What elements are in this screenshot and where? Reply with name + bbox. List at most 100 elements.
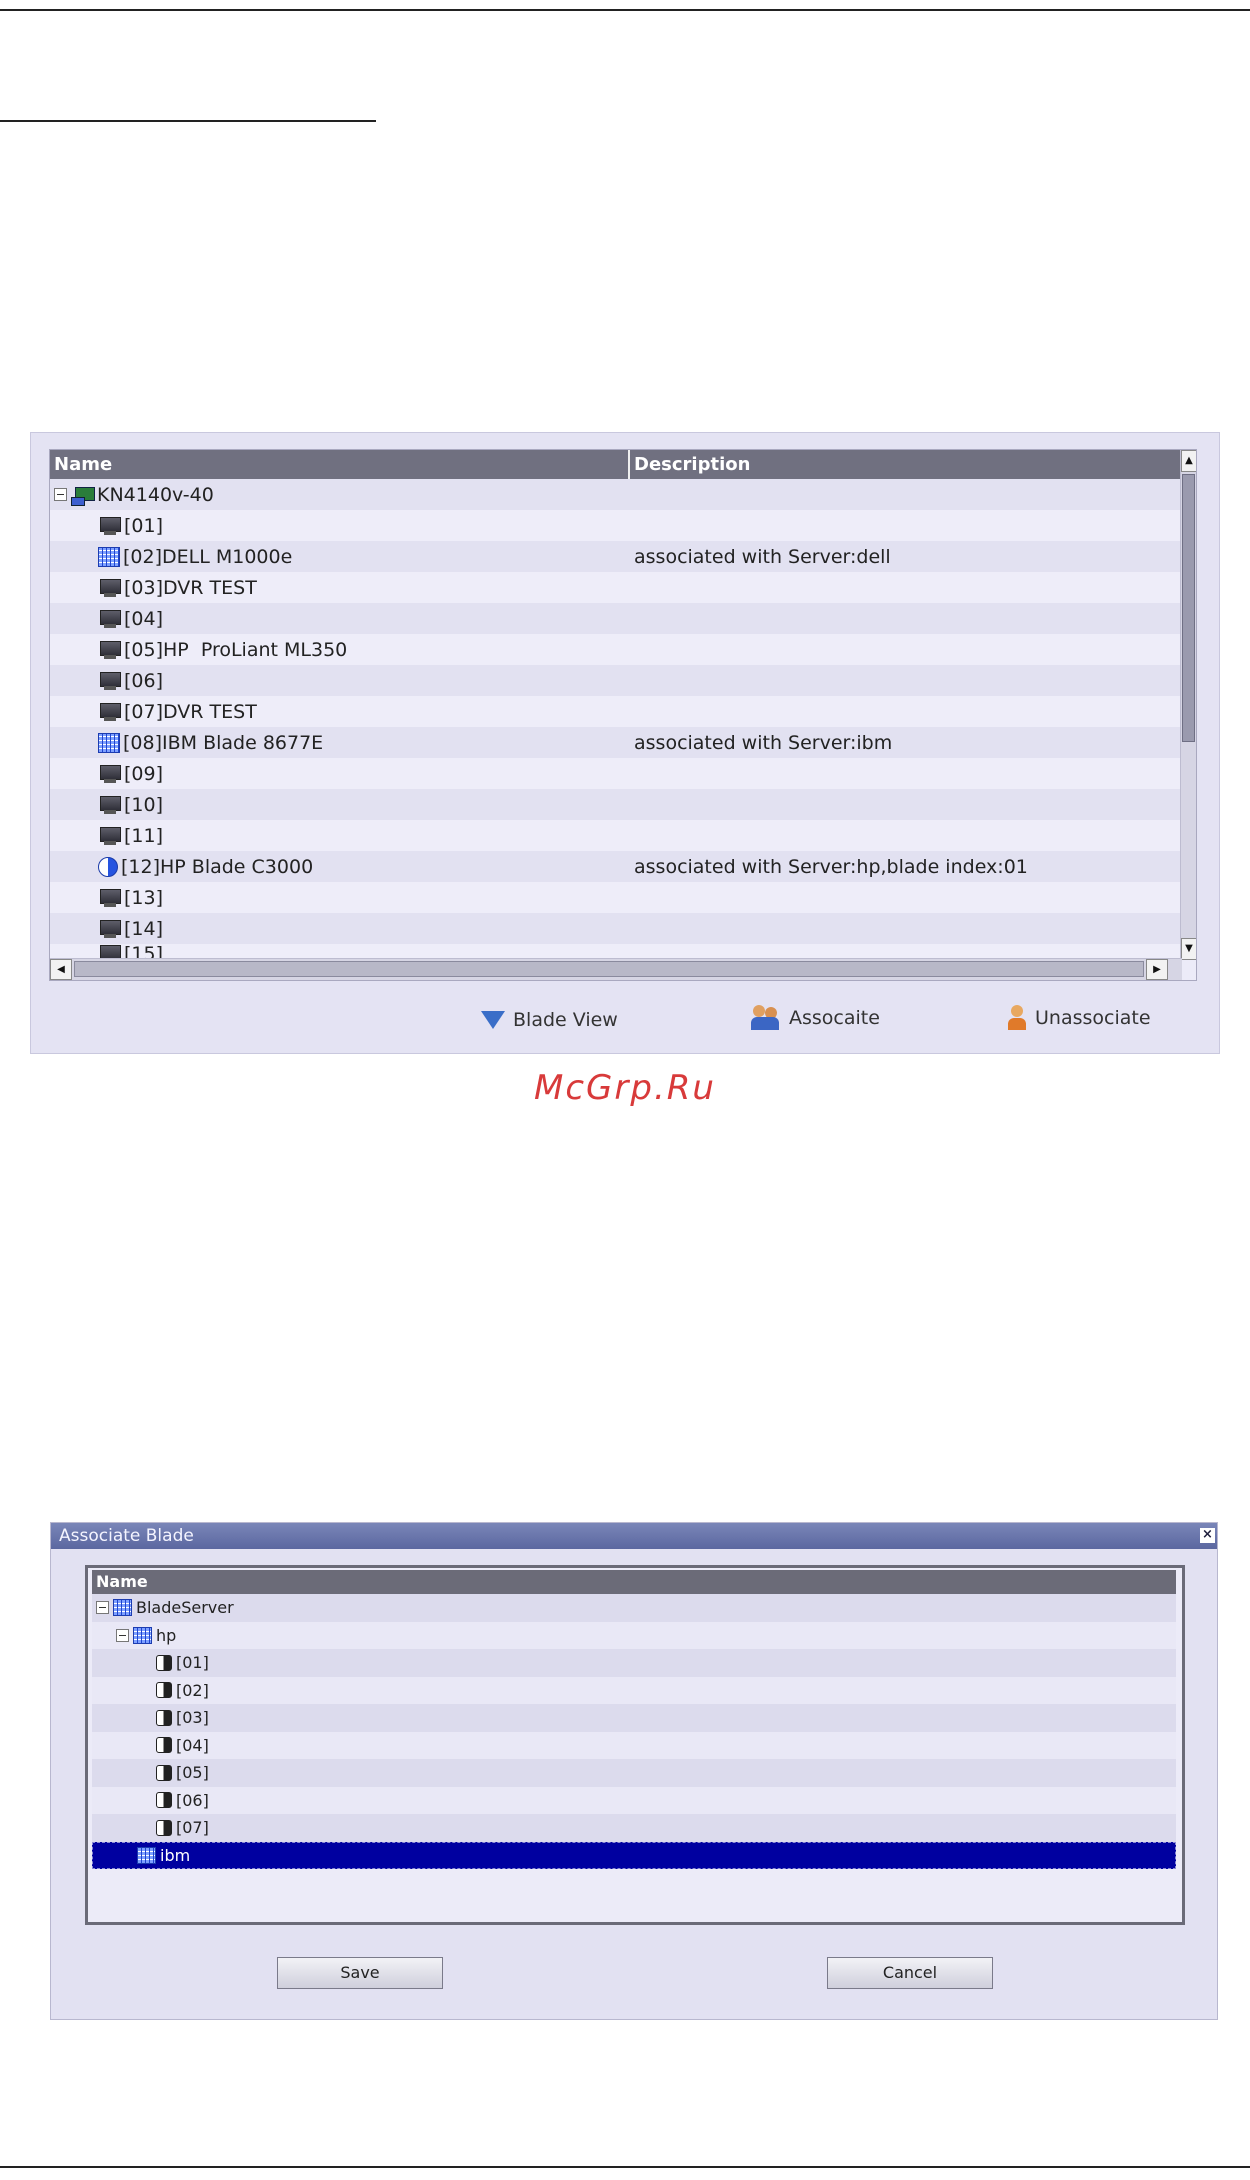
- watermark-text: McGrp.Ru: [534, 1068, 716, 1108]
- port-description: associated with Server:ibm: [634, 731, 893, 754]
- table-row[interactable]: [03]DVR TEST: [50, 572, 1182, 603]
- blade-server-label: BladeServer: [136, 1598, 234, 1618]
- column-header-name[interactable]: Name: [50, 450, 630, 479]
- monitor-icon: [98, 671, 122, 691]
- port-toolbar: Blade View Assocaite Unassociate: [31, 995, 1219, 1053]
- blade-slot-icon: [156, 1737, 172, 1754]
- table-row[interactable]: [13]: [50, 882, 1182, 913]
- hp-node-label: hp: [156, 1625, 177, 1645]
- page-top-rule: [0, 9, 1250, 11]
- close-icon[interactable]: ×: [1200, 1528, 1215, 1543]
- blade-slot-icon: [156, 1792, 172, 1809]
- port-name: [08]IBM Blade 8677E: [123, 731, 324, 754]
- monitor-icon: [98, 919, 122, 939]
- port-tree-grid: Name Description KN4140v-40 [01] [02]DELL…: [49, 449, 1197, 981]
- unassociate-label: Unassociate: [1035, 1007, 1151, 1029]
- port-name: [07]DVR TEST: [124, 700, 257, 723]
- port-name: [02]DELL M1000e: [123, 545, 293, 568]
- tree-node-ibm[interactable]: ibm: [92, 1841, 1176, 1869]
- column-header-description[interactable]: Description: [630, 450, 1182, 479]
- table-row[interactable]: [06]: [50, 665, 1182, 696]
- page-bottom-rule: [0, 2166, 1250, 2168]
- blade-slot-icon: [156, 1682, 172, 1699]
- collapse-icon[interactable]: [96, 1601, 109, 1615]
- users-icon: [751, 1005, 781, 1031]
- blade-slot-icon: [156, 1654, 172, 1671]
- port-name: [09]: [124, 762, 164, 785]
- associate-label: Assocaite: [789, 1007, 880, 1029]
- user-icon: [1007, 1005, 1027, 1031]
- scroll-up-arrow-icon[interactable]: ▲: [1181, 450, 1196, 472]
- section-underline: [0, 120, 376, 122]
- unassociate-button[interactable]: Unassociate: [1007, 1005, 1151, 1031]
- monitor-icon: [98, 888, 122, 908]
- port-grid-header: Name Description: [50, 450, 1182, 479]
- blade-slot-label: [02]: [176, 1680, 209, 1700]
- list-item[interactable]: [04]: [92, 1731, 1176, 1759]
- collapse-icon[interactable]: [116, 1628, 129, 1642]
- cancel-button[interactable]: Cancel: [827, 1957, 993, 1989]
- list-item[interactable]: [03]: [92, 1704, 1176, 1732]
- monitor-icon: [98, 764, 122, 784]
- column-header-name[interactable]: Name: [92, 1570, 1176, 1594]
- table-row[interactable]: [01]: [50, 510, 1182, 541]
- list-item[interactable]: [05]: [92, 1759, 1176, 1787]
- scroll-down-arrow-icon[interactable]: ▼: [1181, 938, 1196, 960]
- blade-slot-label: [01]: [176, 1653, 209, 1673]
- tree-root-row[interactable]: KN4140v-40: [50, 479, 1182, 510]
- table-row[interactable]: [07]DVR TEST: [50, 696, 1182, 727]
- tree-root-row[interactable]: BladeServer: [92, 1594, 1176, 1622]
- port-name: [12]HP Blade C3000: [121, 855, 314, 878]
- port-list-panel: Name Description KN4140v-40 [01] [02]DELL…: [30, 432, 1220, 1054]
- list-item[interactable]: [06]: [92, 1786, 1176, 1814]
- table-row[interactable]: [10]: [50, 789, 1182, 820]
- collapse-icon[interactable]: [54, 488, 67, 501]
- port-name: [06]: [124, 669, 164, 692]
- table-row[interactable]: [05]HP ProLiant ML350: [50, 634, 1182, 665]
- scroll-right-arrow-icon[interactable]: ▶: [1146, 959, 1168, 980]
- horizontal-scroll-thumb[interactable]: [74, 961, 1144, 977]
- blade-slot-label: [04]: [176, 1735, 209, 1755]
- dialog-title: Associate Blade: [51, 1523, 1217, 1549]
- table-row[interactable]: [04]: [50, 603, 1182, 634]
- blade-slot-label: [06]: [176, 1790, 209, 1810]
- table-row[interactable]: [12]HP Blade C3000 associated with Server…: [50, 851, 1182, 882]
- table-row[interactable]: [09]: [50, 758, 1182, 789]
- table-row[interactable]: [11]: [50, 820, 1182, 851]
- port-name: [03]DVR TEST: [124, 576, 257, 599]
- root-label: KN4140v-40: [97, 483, 214, 506]
- tree-node-hp[interactable]: hp: [92, 1621, 1176, 1649]
- list-item[interactable]: [02]: [92, 1676, 1176, 1704]
- port-tree-rows: KN4140v-40 [01] [02]DELL M1000e associated…: [50, 479, 1182, 960]
- list-item[interactable]: [07]: [92, 1814, 1176, 1842]
- table-row[interactable]: [14]: [50, 913, 1182, 944]
- associate-blade-dialog: Associate Blade × Name BladeServer hp [0…: [50, 1522, 1218, 2020]
- blade-tree-list: Name BladeServer hp [01] [02] [03] [04] [05]…: [85, 1565, 1185, 1925]
- save-button[interactable]: Save: [277, 1957, 443, 1989]
- monitor-icon: [98, 702, 122, 722]
- port-description: associated with Server:dell: [634, 545, 891, 568]
- blade-slot-label: [03]: [176, 1708, 209, 1728]
- table-row[interactable]: [02]DELL M1000e associated with Server:de…: [50, 541, 1182, 572]
- vertical-scrollbar[interactable]: ▲ ▼: [1180, 450, 1196, 960]
- port-description: associated with Server:hp,blade index:01: [634, 855, 1028, 878]
- table-row[interactable]: [08]IBM Blade 8677E associated with Serve…: [50, 727, 1182, 758]
- port-name: [14]: [124, 917, 164, 940]
- horizontal-scrollbar[interactable]: ◀ ▶: [50, 958, 1182, 980]
- blade-half-icon: [98, 856, 118, 877]
- associate-button[interactable]: Assocaite: [751, 1005, 880, 1031]
- vertical-scroll-thumb[interactable]: [1182, 474, 1195, 742]
- blade-chassis-icon: [137, 1846, 156, 1864]
- scroll-left-arrow-icon[interactable]: ◀: [50, 959, 72, 980]
- kvm-switch-icon: [71, 485, 95, 506]
- blade-view-button[interactable]: Blade View: [481, 1009, 618, 1031]
- blade-slot-icon: [156, 1764, 172, 1781]
- blade-server-icon: [113, 1599, 132, 1617]
- monitor-icon: [98, 826, 122, 846]
- monitor-icon: [98, 795, 122, 815]
- list-item[interactable]: [01]: [92, 1649, 1176, 1677]
- monitor-icon: [98, 640, 122, 660]
- port-name: [04]: [124, 607, 164, 630]
- blade-slot-icon: [156, 1819, 172, 1836]
- ibm-node-label: ibm: [160, 1845, 191, 1865]
